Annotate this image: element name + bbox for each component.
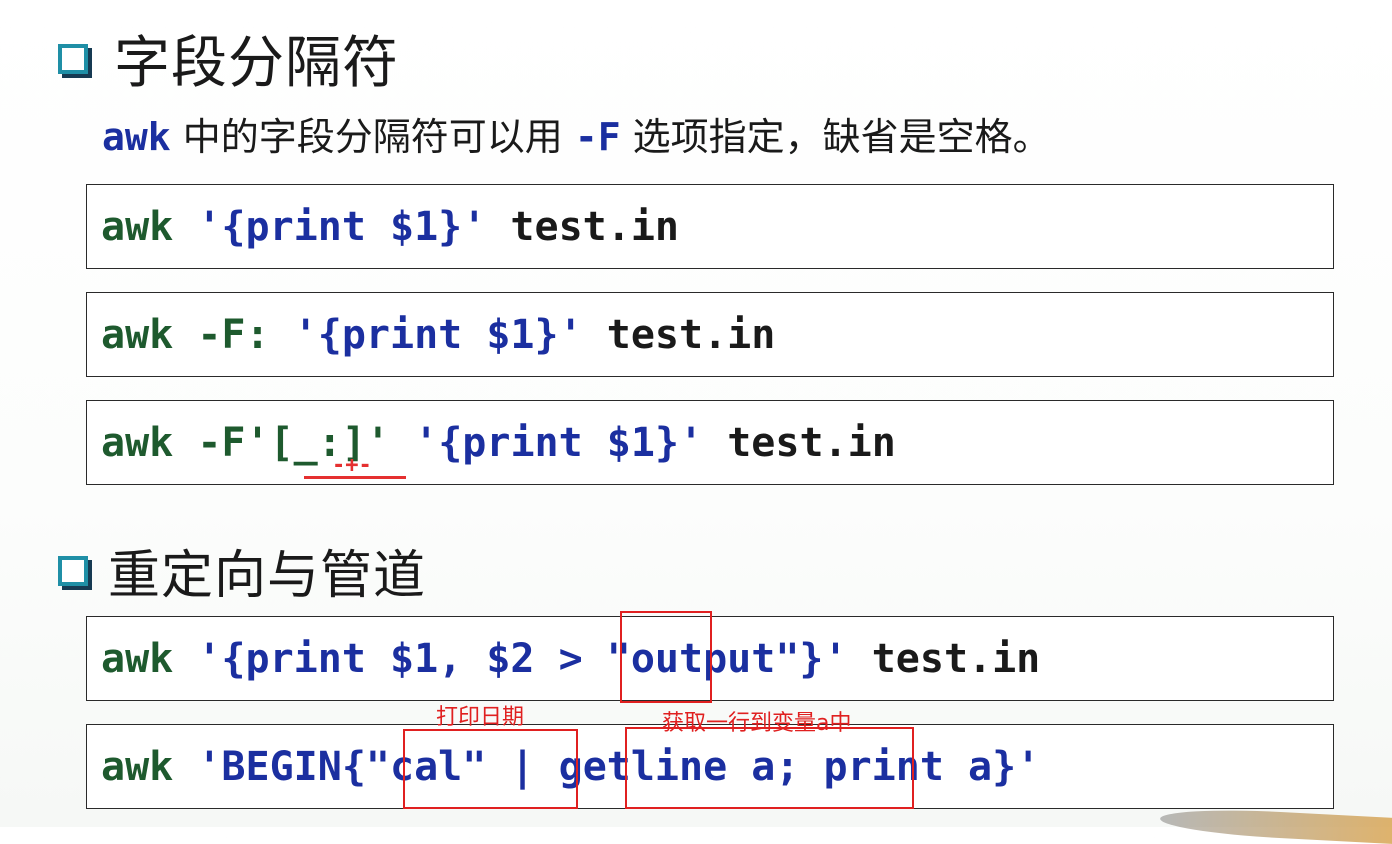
intro-text-1: 中的字段分隔符可以用 (170, 115, 575, 159)
code-quote: " (365, 743, 391, 790)
code-filename: test.in (847, 635, 1041, 682)
code-command: awk (101, 635, 198, 682)
code-program: {print $1} (221, 203, 463, 250)
code-quote: ' (245, 419, 270, 466)
code-program: {print $1} (438, 419, 680, 466)
code-quote: ' (558, 311, 583, 358)
intro-paragraph: awk 中的字段分隔符可以用 -F 选项指定，缺省是空格。 (102, 106, 1051, 161)
section-heading-redirect-pipe: 重定向与管道 (58, 533, 426, 608)
intro-text-2: 选项指定，缺省是空格。 (620, 115, 1051, 159)
code-brace: } (799, 635, 824, 682)
square-bullet-icon (58, 43, 88, 74)
code-quote: ' (823, 635, 848, 682)
section-title: 重定向与管道 (108, 546, 427, 606)
code-quote: ' (462, 203, 487, 250)
code-program: BEGIN{ (221, 743, 366, 790)
code-quote: ' (1016, 743, 1041, 790)
code-quote: ' (197, 203, 222, 250)
code-command: awk -F (101, 419, 246, 466)
code-block: awk ' {print $1} ' test.in (86, 184, 1334, 269)
code-filename: test.in (703, 419, 896, 466)
code-block: awk -F: ' {print $1} ' test.in (86, 292, 1334, 377)
code-quote: ' (293, 311, 318, 358)
code-filename: test.in (486, 203, 679, 250)
code-command: awk (101, 743, 198, 790)
code-command: awk (101, 203, 198, 250)
code-quote: ' (679, 419, 704, 466)
keyword-awk: awk (102, 115, 171, 159)
cal-highlight-box (403, 729, 578, 809)
square-bullet-icon (58, 555, 88, 586)
code-program: {print $1} (317, 311, 559, 358)
code-filename: test.in (582, 311, 776, 358)
annotation-getline: 获取一行到变量a中 (662, 711, 852, 736)
keyword-F-option: -F (574, 115, 621, 159)
code-quote: ' (414, 419, 439, 466)
code-command: awk -F: (101, 311, 294, 358)
section-title: 字段分隔符 (114, 31, 399, 96)
code-program: {print $1, $2 > (221, 635, 607, 682)
separator-annotation-mark: -+- (332, 453, 372, 478)
section-heading-field-separator: 字段分隔符 (58, 18, 399, 99)
code-quote: ' (197, 743, 222, 790)
redirect-highlight-box (620, 611, 712, 703)
annotation-print-date: 打印日期 (436, 705, 525, 730)
code-quote: ' (197, 635, 222, 682)
decorative-swoosh (1159, 805, 1392, 844)
code-block: awk -F ' [_:] ' ' {print $1} ' test.in (86, 400, 1334, 485)
getline-highlight-box (625, 727, 914, 809)
code-quote: " (775, 635, 800, 682)
